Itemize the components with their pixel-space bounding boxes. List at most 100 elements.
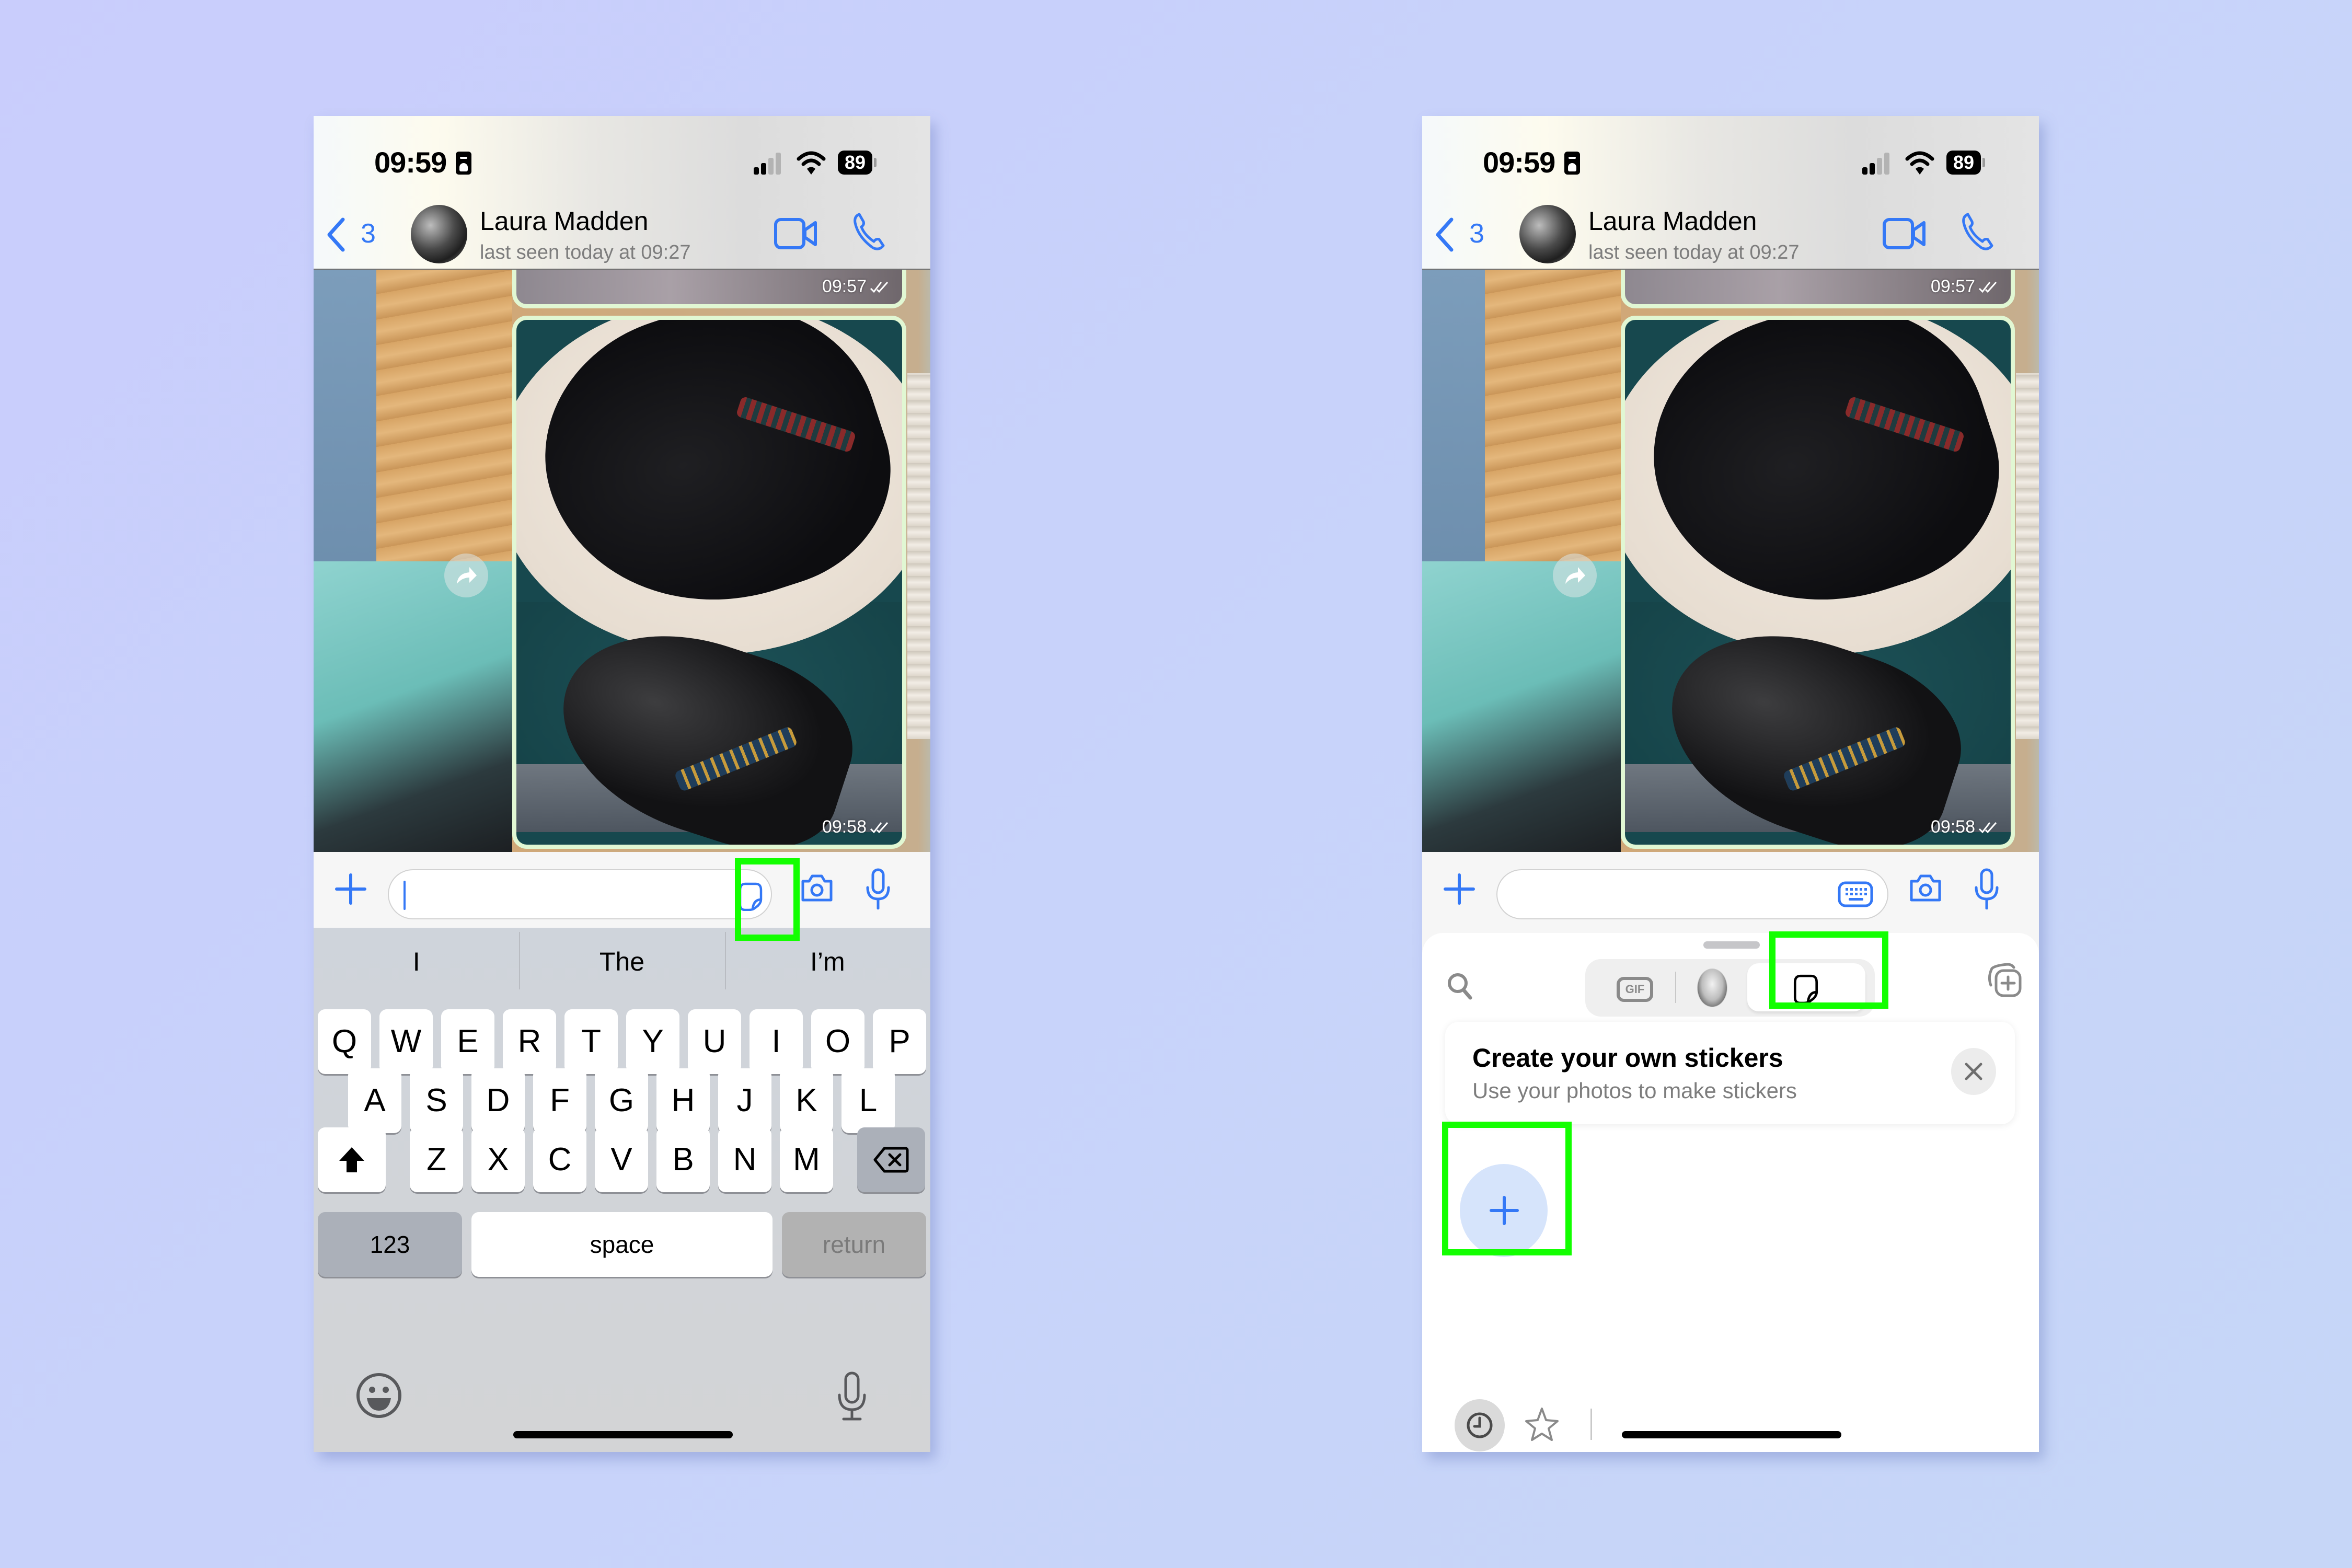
return-key[interactable]: return bbox=[782, 1212, 926, 1277]
add-sticker-pack-icon[interactable] bbox=[1987, 961, 2023, 999]
message-input[interactable] bbox=[388, 869, 772, 919]
key-d[interactable]: D bbox=[471, 1068, 525, 1133]
video-call-icon[interactable] bbox=[774, 216, 817, 251]
battery-indicator: 89 bbox=[838, 151, 872, 175]
camera-icon[interactable] bbox=[800, 873, 834, 903]
home-indicator[interactable] bbox=[513, 1431, 733, 1438]
space-key[interactable]: space bbox=[471, 1212, 773, 1277]
message-timestamp: 09:58 bbox=[822, 817, 891, 837]
key-o[interactable]: O bbox=[811, 1009, 864, 1074]
key-w[interactable]: W bbox=[379, 1009, 433, 1074]
star-icon[interactable] bbox=[1525, 1406, 1559, 1443]
message-bubble[interactable]: 09:58 bbox=[1621, 316, 2015, 849]
delete-key[interactable] bbox=[857, 1127, 925, 1192]
key-k[interactable]: K bbox=[780, 1068, 833, 1133]
key-x[interactable]: X bbox=[471, 1127, 525, 1192]
key-v[interactable]: V bbox=[595, 1127, 648, 1192]
photo-message[interactable]: 09:58 bbox=[1625, 320, 2011, 845]
contact-avatar[interactable] bbox=[1519, 205, 1576, 263]
tab-avatar[interactable] bbox=[1697, 969, 1727, 1007]
suggestion[interactable]: I’m bbox=[724, 932, 930, 989]
home-indicator[interactable] bbox=[1622, 1431, 1841, 1438]
plus-icon bbox=[1490, 1196, 1519, 1225]
unread-count[interactable]: 3 bbox=[361, 218, 376, 249]
video-call-icon[interactable] bbox=[1882, 216, 1926, 251]
photo-message[interactable]: 09:57 bbox=[1625, 269, 2011, 304]
numbers-key[interactable]: 123 bbox=[318, 1212, 462, 1277]
microphone-icon[interactable] bbox=[866, 868, 891, 909]
suggestion[interactable]: The bbox=[519, 932, 724, 989]
text-cursor bbox=[403, 881, 406, 910]
key-e[interactable]: E bbox=[441, 1009, 494, 1074]
key-g[interactable]: G bbox=[595, 1068, 648, 1133]
key-q[interactable]: Q bbox=[318, 1009, 371, 1074]
forward-button[interactable] bbox=[1553, 554, 1597, 597]
key-f[interactable]: F bbox=[533, 1068, 586, 1133]
key-m[interactable]: M bbox=[780, 1127, 833, 1192]
voice-call-icon[interactable] bbox=[852, 212, 886, 252]
key-y[interactable]: Y bbox=[626, 1009, 679, 1074]
message-bubble[interactable]: 09:57 bbox=[1621, 269, 2015, 308]
key-n[interactable]: N bbox=[718, 1127, 771, 1192]
message-timestamp: 09:57 bbox=[1931, 276, 1999, 297]
key-r[interactable]: R bbox=[503, 1009, 556, 1074]
dictation-mic-icon[interactable] bbox=[836, 1371, 868, 1421]
key-t[interactable]: T bbox=[564, 1009, 618, 1074]
suggestion[interactable]: I bbox=[314, 947, 519, 977]
photo-message[interactable]: 09:58 bbox=[516, 320, 902, 845]
key-c[interactable]: C bbox=[533, 1127, 586, 1192]
contact-avatar[interactable] bbox=[411, 205, 467, 263]
key-s[interactable]: S bbox=[410, 1068, 463, 1133]
message-timestamp: 09:57 bbox=[822, 276, 891, 297]
sticker-icon[interactable] bbox=[738, 882, 763, 911]
tab-gif[interactable]: GIF bbox=[1617, 977, 1653, 1002]
message-bubble[interactable]: 09:58 bbox=[512, 316, 906, 849]
forward-button[interactable] bbox=[444, 554, 488, 597]
voice-call-icon[interactable] bbox=[1961, 212, 1995, 252]
key-a[interactable]: A bbox=[348, 1068, 401, 1133]
contact-name[interactable]: Laura Madden bbox=[1588, 206, 1757, 236]
key-j[interactable]: J bbox=[718, 1068, 771, 1133]
key-z[interactable]: Z bbox=[410, 1127, 463, 1192]
tab-recent[interactable] bbox=[1455, 1399, 1505, 1451]
phone-screen-keyboard: 09:59 89 3 Laura Madden last seen today … bbox=[314, 116, 930, 1452]
tab-stickers[interactable] bbox=[1747, 963, 1865, 1011]
search-icon[interactable] bbox=[1446, 972, 1473, 1001]
contact-last-seen: last seen today at 09:27 bbox=[1588, 241, 1800, 263]
message-input-bar bbox=[1422, 852, 2039, 928]
sheet-grabber[interactable] bbox=[1703, 941, 1760, 949]
message-bubble[interactable]: 09:57 bbox=[512, 269, 906, 308]
clock-icon bbox=[1467, 1412, 1493, 1438]
shift-key[interactable] bbox=[318, 1127, 386, 1192]
cellular-signal-icon bbox=[754, 152, 785, 175]
key-b[interactable]: B bbox=[656, 1127, 710, 1192]
camera-icon[interactable] bbox=[1908, 873, 1943, 903]
read-ticks-icon bbox=[1978, 822, 1997, 833]
attach-plus-icon[interactable] bbox=[335, 873, 367, 905]
unread-count[interactable]: 3 bbox=[1469, 218, 1484, 249]
emoji-icon[interactable] bbox=[355, 1372, 402, 1419]
key-u[interactable]: U bbox=[688, 1009, 741, 1074]
contact-name[interactable]: Laura Madden bbox=[480, 206, 648, 236]
wifi-icon bbox=[1905, 151, 1934, 175]
keyboard-icon[interactable] bbox=[1837, 881, 1874, 908]
attach-plus-icon[interactable] bbox=[1443, 873, 1475, 905]
dismiss-promo-button[interactable] bbox=[1951, 1048, 1996, 1095]
photo-message[interactable]: 09:57 bbox=[516, 269, 902, 304]
sticker-panel: GIF Create your own stickers Use your ph… bbox=[1422, 928, 2039, 1452]
promo-subtitle: Use your photos to make stickers bbox=[1472, 1078, 1797, 1103]
battery-tip bbox=[1982, 158, 1985, 167]
contact-last-seen: last seen today at 09:27 bbox=[480, 241, 691, 263]
key-i[interactable]: I bbox=[750, 1009, 803, 1074]
read-ticks-icon bbox=[870, 281, 889, 293]
key-h[interactable]: H bbox=[656, 1068, 710, 1133]
back-chevron-icon[interactable] bbox=[324, 216, 349, 253]
key-p[interactable]: P bbox=[873, 1009, 926, 1074]
message-input[interactable] bbox=[1496, 869, 1888, 919]
media-type-tabs: GIF bbox=[1585, 959, 1875, 1017]
chat-background: 09:57 09:58 bbox=[1422, 269, 2039, 852]
key-l[interactable]: L bbox=[841, 1068, 895, 1133]
microphone-icon[interactable] bbox=[1974, 868, 1999, 909]
create-sticker-button[interactable] bbox=[1460, 1164, 1548, 1257]
back-chevron-icon[interactable] bbox=[1433, 216, 1458, 253]
